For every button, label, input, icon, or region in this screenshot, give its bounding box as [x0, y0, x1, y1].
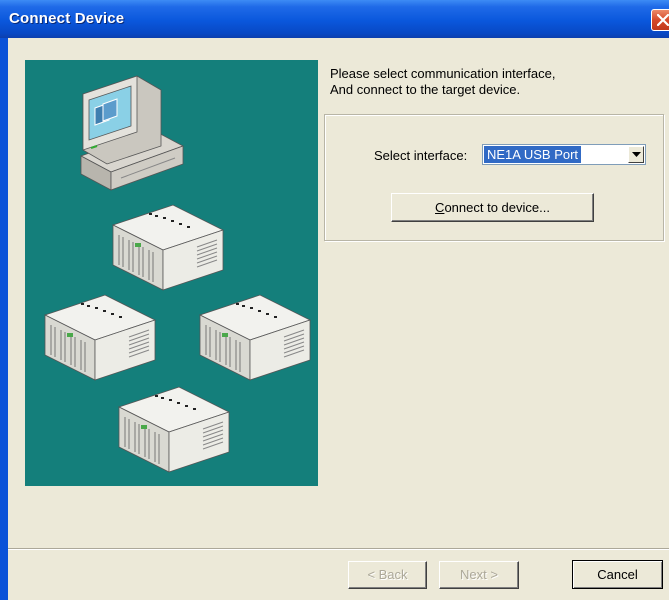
chevron-down-icon: [632, 152, 641, 157]
instruction-line-2: And connect to the target device.: [330, 82, 521, 97]
title-bar[interactable]: Connect Device: [0, 0, 669, 38]
back-button[interactable]: < Back: [348, 561, 427, 589]
computer-icon: [80, 75, 184, 191]
close-icon: [657, 14, 669, 26]
plc-device-icon: [44, 294, 156, 381]
interface-select-value: NE1A USB Port: [484, 146, 582, 163]
cancel-button[interactable]: Cancel: [572, 560, 663, 589]
network-illustration: [25, 60, 318, 486]
dialog-body: Please select communication interface, A…: [8, 38, 669, 600]
divider: [8, 548, 669, 550]
plc-device-icon: [199, 294, 311, 381]
plc-device-icon: [112, 204, 224, 291]
close-button[interactable]: [651, 9, 669, 31]
connect-to-device-button[interactable]: Connect to device...: [391, 193, 594, 222]
interface-select[interactable]: NE1A USB Port: [482, 144, 646, 165]
window-title: Connect Device: [9, 10, 125, 27]
instruction-line-1: Please select communication interface,: [330, 66, 556, 81]
dropdown-button[interactable]: [628, 146, 644, 163]
next-button[interactable]: Next >: [439, 561, 519, 589]
connect-device-window: Connect Device Please select communicati…: [0, 0, 669, 600]
plc-device-icon: [118, 386, 230, 473]
select-interface-label: Select interface:: [374, 148, 468, 163]
instructions: Please select communication interface, A…: [330, 66, 650, 98]
